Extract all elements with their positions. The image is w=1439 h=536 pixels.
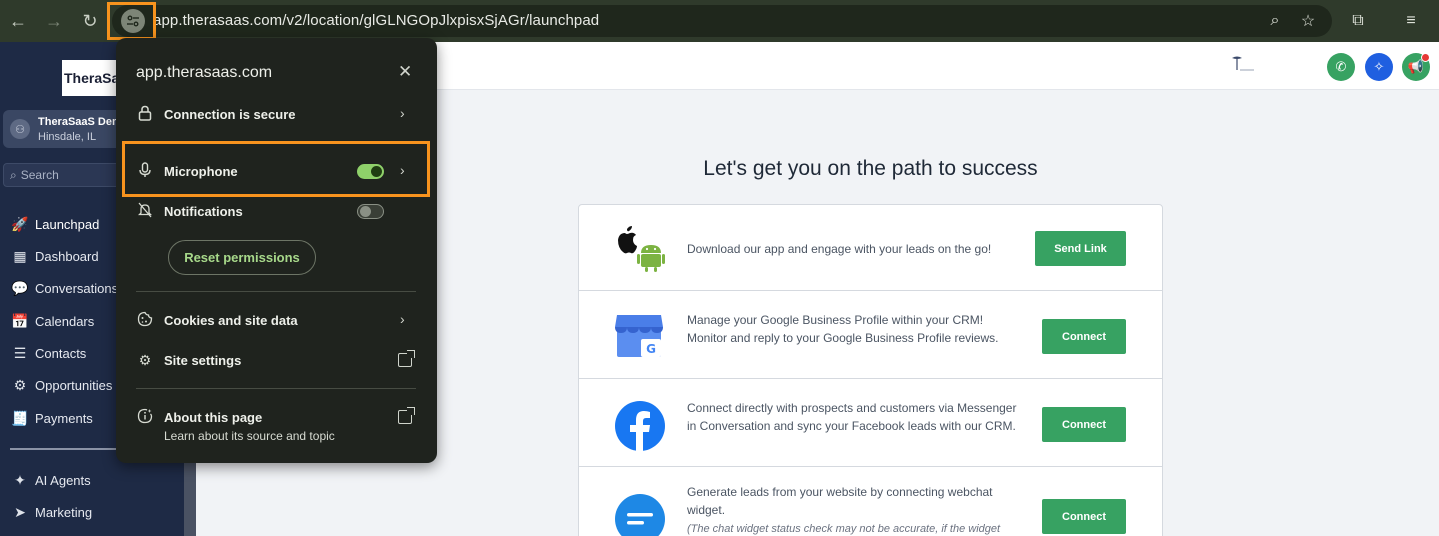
cookies-row[interactable]: Cookies and site data — [136, 308, 416, 332]
lock-icon — [136, 105, 154, 124]
sidebar-item-label: Calendars — [35, 313, 95, 329]
sidebar-item-label: Marketing — [35, 504, 93, 520]
row-description-text: Generate leads from your website by conn… — [687, 485, 993, 517]
extensions-icon[interactable]: ⧉ — [1347, 10, 1369, 32]
sidebar-item-marketing[interactable]: ➤ Marketing — [0, 497, 184, 527]
row-description: Generate leads from your website by conn… — [687, 483, 1017, 536]
search-icon: ⌕ — [10, 167, 17, 182]
connection-label: Connection is secure — [164, 106, 296, 122]
about-page-row[interactable]: About this page — [136, 405, 416, 429]
logo-text: TheraSa — [64, 70, 120, 86]
site-settings-row[interactable]: ⚙ Site settings — [136, 348, 416, 372]
row-description: Manage your Google Business Profile with… — [687, 313, 999, 345]
sidebar-item-label: Contacts — [35, 345, 87, 361]
page-title: Let's get you on the path to success — [703, 157, 1038, 180]
sidebar-item-label: Opportunities — [35, 377, 113, 393]
account-location: Hinsdale, IL — [38, 131, 97, 143]
row-description: Connect directly with prospects and cust… — [687, 401, 1017, 433]
sidebar-divider — [10, 448, 116, 450]
google-business-icon: G — [615, 315, 663, 357]
contacts-icon: ☰ — [13, 344, 27, 361]
row-description: Download our app and engage with your le… — [687, 242, 992, 256]
mobile-app-icon — [618, 226, 665, 272]
sidebar-item-label: Dashboard — [35, 248, 99, 264]
highlight-microphone — [122, 141, 430, 197]
account-switcher[interactable]: ⚇ TheraSaaS Dem Hinsdale, IL — [3, 110, 123, 148]
back-icon[interactable]: ← — [6, 9, 30, 33]
connect-webchat-button[interactable]: Connect — [1042, 499, 1126, 534]
sidebar-item-label: AI Agents — [35, 472, 91, 488]
send-icon: ➤ — [14, 503, 26, 520]
chevron-right-icon[interactable]: › — [400, 311, 405, 327]
site-settings-label: Site settings — [164, 352, 242, 368]
gear-icon: ⚙ — [138, 351, 152, 368]
list-item: Generate leads from your website by conn… — [579, 467, 1162, 536]
list-item: G Manage your Google Business Profile wi… — [579, 291, 1162, 379]
list-item: Download our app and engage with your le… — [579, 205, 1162, 291]
url-text[interactable]: app.therasaas.com/v2/location/glGLNGOpJl… — [153, 12, 599, 29]
account-name: TheraSaaS Dem — [38, 116, 122, 128]
opportunities-icon: ⚙ — [13, 376, 27, 393]
ai-assistant-button[interactable]: ✧ — [1365, 53, 1393, 81]
megaphone-icon: 📢 — [1407, 59, 1425, 74]
zoom-icon[interactable]: ⌕ — [1264, 10, 1286, 32]
reset-permissions-button[interactable]: Reset permissions — [168, 240, 316, 275]
brand-logo[interactable]: TheraSa — [62, 60, 122, 96]
sparkle-icon: ✧ — [1373, 59, 1385, 74]
external-link-icon[interactable] — [398, 350, 415, 367]
calendar-icon: 📅 — [11, 312, 29, 329]
popup-title: app.therasaas.com — [136, 64, 273, 81]
sidebar-item-label: Conversations — [35, 280, 119, 296]
forward-icon[interactable]: → — [42, 9, 66, 33]
phone-icon: ✆ — [1335, 59, 1347, 74]
facebook-icon — [615, 401, 665, 451]
list-item: Connect directly with prospects and cust… — [579, 379, 1162, 467]
popup-divider — [136, 388, 416, 389]
chat-icon: 💬 — [11, 279, 29, 296]
connect-facebook-button[interactable]: Connect — [1042, 407, 1126, 442]
webchat-icon — [615, 494, 665, 536]
row-note: (The chat widget status check may not be… — [687, 523, 1001, 535]
cookie-icon — [136, 311, 154, 330]
connection-security-row[interactable]: Connection is secure — [136, 102, 416, 126]
info-sparkle-icon — [136, 408, 154, 427]
chevron-right-icon[interactable]: › — [400, 105, 405, 121]
connect-google-button[interactable]: Connect — [1042, 319, 1126, 354]
popup-divider — [136, 291, 416, 292]
about-subtitle: Learn about its source and topic — [164, 429, 335, 443]
receipt-icon: 🧾 — [11, 409, 29, 426]
external-link-icon[interactable] — [398, 407, 415, 424]
bell-off-icon — [136, 202, 154, 221]
launchpad-card: Download our app and engage with your le… — [578, 204, 1163, 536]
sidebar-search-input[interactable]: ⌕ Search — [3, 163, 123, 187]
reload-icon[interactable]: ↻ — [78, 9, 102, 33]
search-placeholder: Search — [20, 168, 59, 182]
sidebar-item-label: Payments — [35, 410, 93, 426]
highlight-site-info — [107, 2, 156, 40]
sidebar-item-label: Launchpad — [35, 216, 100, 232]
browser-toolbar: ← → ↻ app.therasaas.com/v2/location/glGL… — [0, 0, 1439, 42]
about-label: About this page — [164, 409, 263, 425]
phone-button[interactable]: ✆ — [1327, 53, 1355, 81]
media-controls-icon[interactable]: ≡ — [1400, 10, 1422, 32]
sidebar-item-ai-agents[interactable]: ✦ AI Agents — [0, 465, 184, 495]
cookies-label: Cookies and site data — [164, 312, 298, 328]
notification-dot — [1421, 53, 1430, 62]
header-logo[interactable] — [1226, 54, 1256, 76]
dashboard-icon: ▦ — [13, 247, 27, 264]
rocket-icon: 🚀 — [11, 215, 29, 232]
close-icon[interactable]: ✕ — [398, 62, 412, 82]
sparkle-icon: ✦ — [14, 471, 26, 488]
bookmark-star-icon[interactable]: ☆ — [1297, 10, 1319, 32]
notifications-label: Notifications — [164, 203, 243, 219]
user-avatar-icon: ⚇ — [10, 119, 30, 139]
site-info-popup: app.therasaas.com ✕ Connection is secure… — [116, 38, 437, 463]
svg-text:G: G — [646, 342, 656, 356]
notifications-toggle[interactable] — [357, 204, 384, 219]
send-link-button[interactable]: Send Link — [1035, 231, 1126, 266]
